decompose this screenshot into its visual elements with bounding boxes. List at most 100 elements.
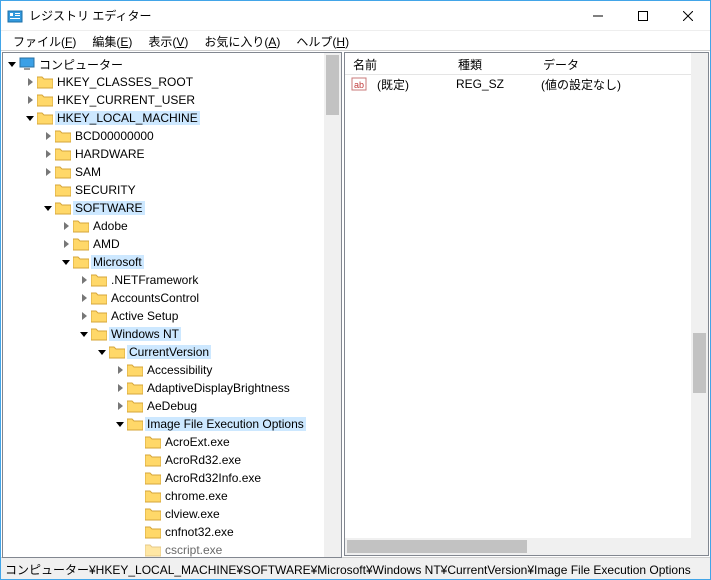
tree-node-aedebug[interactable]: AeDebug xyxy=(5,397,339,415)
chevron-down-icon[interactable] xyxy=(113,417,127,431)
folder-icon xyxy=(127,381,143,395)
computer-icon xyxy=(19,57,35,71)
menu-file[interactable]: ファイル(F) xyxy=(5,31,84,50)
tree-node-acrord32[interactable]: AcroRd32.exe xyxy=(5,451,339,469)
tree-label: AcroExt.exe xyxy=(163,435,232,449)
folder-icon xyxy=(37,75,53,89)
menubar: ファイル(F) 編集(E) 表示(V) お気に入り(A) ヘルプ(H) xyxy=(1,31,710,51)
chevron-down-icon[interactable] xyxy=(41,201,55,215)
chevron-right-icon[interactable] xyxy=(113,381,127,395)
statusbar: コンピューター¥HKEY_LOCAL_MACHINE¥SOFTWARE¥Micr… xyxy=(1,557,710,579)
folder-icon xyxy=(91,309,107,323)
column-type[interactable]: 種類 xyxy=(450,53,535,74)
chevron-right-icon[interactable] xyxy=(59,237,73,251)
tree-scrollbar-vertical[interactable] xyxy=(324,53,341,557)
chevron-right-icon[interactable] xyxy=(59,219,73,233)
list-header: 名前 種類 データ xyxy=(345,53,708,75)
menu-help[interactable]: ヘルプ(H) xyxy=(288,31,357,50)
tree-label: Adobe xyxy=(91,219,130,233)
folder-icon xyxy=(55,129,71,143)
folder-icon xyxy=(55,201,71,215)
tree-scroll[interactable]: コンピューター HKEY_CLASSES_ROOT HKEY_CURRENT_U… xyxy=(3,53,341,557)
chevron-right-icon[interactable] xyxy=(41,165,55,179)
tree-label: Image File Execution Options xyxy=(145,417,306,431)
tree-node-curver[interactable]: CurrentVersion xyxy=(5,343,339,361)
tree-node-microsoft[interactable]: Microsoft xyxy=(5,253,339,271)
folder-icon xyxy=(55,147,71,161)
tree-node-chrome[interactable]: chrome.exe xyxy=(5,487,339,505)
tree-label: SECURITY xyxy=(73,183,138,197)
cell-data: (値の設定なし) xyxy=(533,76,629,93)
list-row[interactable]: ab (既定) REG_SZ (値の設定なし) xyxy=(345,75,708,93)
menu-view[interactable]: 表示(V) xyxy=(140,31,196,50)
minimize-button[interactable] xyxy=(575,1,620,30)
content: コンピューター HKEY_CLASSES_ROOT HKEY_CURRENT_U… xyxy=(1,51,710,557)
cell-type: REG_SZ xyxy=(448,77,533,91)
tree-node-amd[interactable]: AMD xyxy=(5,235,339,253)
folder-icon xyxy=(73,255,89,269)
string-value-icon: ab xyxy=(351,76,367,92)
tree-node-acroext[interactable]: AcroExt.exe xyxy=(5,433,339,451)
tree-node-clview[interactable]: clview.exe xyxy=(5,505,339,523)
tree-node-access[interactable]: Accessibility xyxy=(5,361,339,379)
tree-node-ifeo[interactable]: Image File Execution Options xyxy=(5,415,339,433)
tree-label: SAM xyxy=(73,165,103,179)
chevron-right-icon[interactable] xyxy=(41,129,55,143)
tree-label: BCD00000000 xyxy=(73,129,156,143)
folder-icon xyxy=(73,237,89,251)
tree-node-adaptive[interactable]: AdaptiveDisplayBrightness xyxy=(5,379,339,397)
list-scrollbar-vertical[interactable] xyxy=(691,53,708,538)
folder-icon xyxy=(55,183,71,197)
chevron-down-icon[interactable] xyxy=(59,255,73,269)
list-panel: 名前 種類 データ ab (既定) REG_SZ (値の設定なし) xyxy=(344,52,709,556)
folder-icon xyxy=(91,291,107,305)
column-data[interactable]: データ xyxy=(535,53,708,74)
chevron-right-icon[interactable] xyxy=(77,291,91,305)
tree-node-accounts[interactable]: AccountsControl xyxy=(5,289,339,307)
tree-node-security[interactable]: SECURITY xyxy=(5,181,339,199)
chevron-right-icon[interactable] xyxy=(23,93,37,107)
tree-label: Windows NT xyxy=(109,327,181,341)
maximize-button[interactable] xyxy=(620,1,665,30)
tree-label: HARDWARE xyxy=(73,147,147,161)
tree-node-hcr[interactable]: HKEY_CLASSES_ROOT xyxy=(5,73,339,91)
chevron-down-icon[interactable] xyxy=(5,57,19,71)
close-button[interactable] xyxy=(665,1,710,30)
chevron-right-icon[interactable] xyxy=(113,363,127,377)
menu-favorites[interactable]: お気に入り(A) xyxy=(196,31,288,50)
tree-node-bcd[interactable]: BCD00000000 xyxy=(5,127,339,145)
chevron-right-icon[interactable] xyxy=(23,75,37,89)
tree-node-computer[interactable]: コンピューター xyxy=(5,55,339,73)
tree-node-winnt[interactable]: Windows NT xyxy=(5,325,339,343)
tree-node-cscript[interactable]: cscript.exe xyxy=(5,541,339,557)
tree-node-hardware[interactable]: HARDWARE xyxy=(5,145,339,163)
folder-icon xyxy=(55,165,71,179)
list-scrollbar-horizontal[interactable] xyxy=(345,538,708,555)
tree-node-hcu[interactable]: HKEY_CURRENT_USER xyxy=(5,91,339,109)
tree-node-cnfnot32[interactable]: cnfnot32.exe xyxy=(5,523,339,541)
tree-node-netfw[interactable]: .NETFramework xyxy=(5,271,339,289)
folder-icon xyxy=(127,399,143,413)
folder-icon xyxy=(127,417,143,431)
chevron-down-icon[interactable] xyxy=(23,111,37,125)
chevron-right-icon[interactable] xyxy=(77,309,91,323)
tree-node-active[interactable]: Active Setup xyxy=(5,307,339,325)
tree-label: cscript.exe xyxy=(163,543,224,557)
chevron-right-icon[interactable] xyxy=(41,147,55,161)
chevron-down-icon[interactable] xyxy=(77,327,91,341)
chevron-right-icon[interactable] xyxy=(77,273,91,287)
tree-label: HKEY_CLASSES_ROOT xyxy=(55,75,195,89)
tree-node-hlm[interactable]: HKEY_LOCAL_MACHINE xyxy=(5,109,339,127)
folder-icon xyxy=(145,489,161,503)
tree-label: コンピューター xyxy=(37,56,125,73)
menu-edit[interactable]: 編集(E) xyxy=(84,31,140,50)
tree-node-sam[interactable]: SAM xyxy=(5,163,339,181)
tree-node-software[interactable]: SOFTWARE xyxy=(5,199,339,217)
column-name[interactable]: 名前 xyxy=(345,53,450,74)
chevron-down-icon[interactable] xyxy=(95,345,109,359)
folder-icon xyxy=(145,543,161,557)
tree-label: AcroRd32Info.exe xyxy=(163,471,263,485)
tree-node-adobe[interactable]: Adobe xyxy=(5,217,339,235)
chevron-right-icon[interactable] xyxy=(113,399,127,413)
tree-node-acrord32info[interactable]: AcroRd32Info.exe xyxy=(5,469,339,487)
